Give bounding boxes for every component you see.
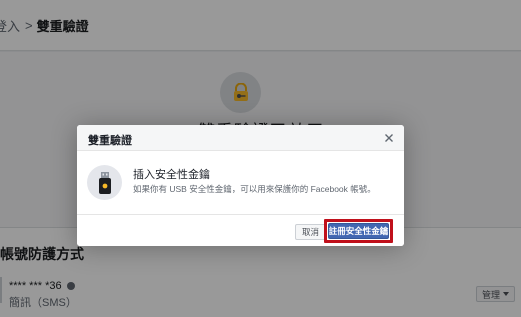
dialog-body: 插入安全性金鑰 如果你有 USB 安全性金鑰，可以用來保護你的 Facebook… [77,152,404,214]
dialog-footer: 取消 註冊安全性金鑰 [77,214,404,246]
highlight-frame: 註冊安全性金鑰 [324,219,393,243]
register-security-key-button[interactable]: 註冊安全性金鑰 [328,223,389,239]
usb-key-icon [87,165,122,200]
dialog-heading: 插入安全性金鑰 [133,169,210,181]
dialog-description: 如果你有 USB 安全性金鑰，可以用來保護你的 Facebook 帳號。 [133,184,376,194]
dialog-header: 雙重驗證 [77,125,404,151]
dialog-title: 雙重驗證 [88,135,132,147]
cancel-button[interactable]: 取消 [295,224,327,240]
close-icon[interactable] [382,131,396,145]
security-key-dialog: 雙重驗證 插入安全性金鑰 如果你有 USB 安全性金鑰，可以用來保護你的 Fac… [77,125,404,246]
